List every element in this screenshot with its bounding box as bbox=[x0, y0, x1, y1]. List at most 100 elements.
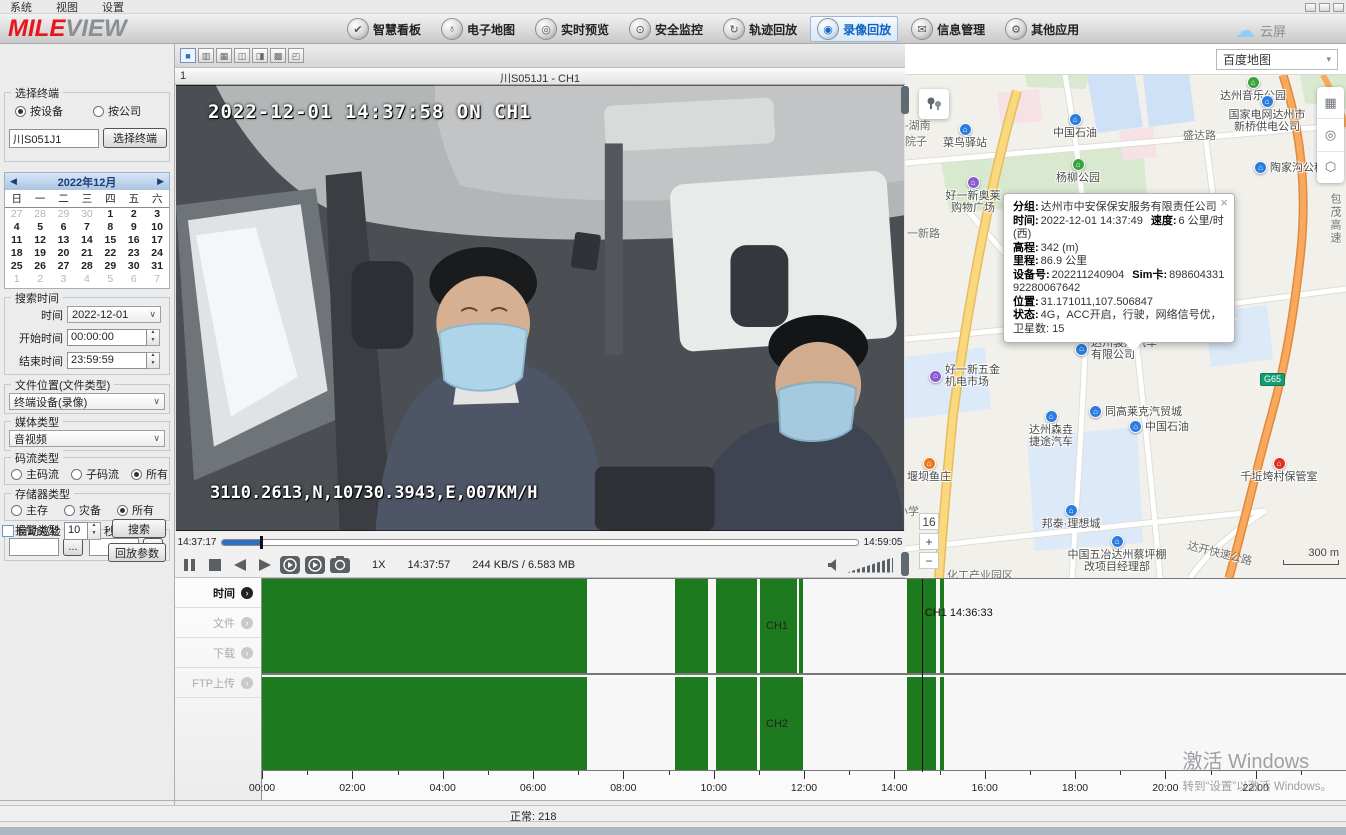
calendar-title[interactable]: 2022年12月 bbox=[17, 174, 157, 190]
storage-type-radio-1[interactable]: 灾备 bbox=[64, 502, 101, 518]
panorama-icon[interactable]: ◎ bbox=[1317, 119, 1344, 151]
seek-thumb[interactable] bbox=[260, 536, 263, 549]
nav-item-4[interactable]: ↻轨迹回放 bbox=[716, 16, 804, 42]
timeline-tab-2[interactable]: 下载› bbox=[175, 638, 261, 668]
start-time-spinner[interactable]: ▲▼ bbox=[147, 329, 160, 346]
nav-item-6[interactable]: ✉信息管理 bbox=[904, 16, 992, 42]
calendar-day[interactable]: 4 bbox=[75, 273, 98, 286]
nav-item-1[interactable]: ♁电子地图 bbox=[434, 16, 522, 42]
calendar-day[interactable]: 7 bbox=[145, 273, 168, 286]
menu-item-2[interactable]: 设置 bbox=[102, 0, 124, 14]
map-poi[interactable]: ⌂好一新五金 机电市场 bbox=[929, 364, 1000, 388]
panel-collapse-handle-top[interactable] bbox=[901, 86, 909, 114]
calendar-day[interactable]: 29 bbox=[99, 260, 122, 273]
timeline-tab-1[interactable]: 文件› bbox=[175, 608, 261, 638]
channel-row-ch1[interactable]: CH1 bbox=[262, 579, 1346, 675]
marker-tool-button[interactable] bbox=[919, 89, 949, 119]
end-time-spinner[interactable]: ▲▼ bbox=[147, 352, 160, 369]
patrol-interval-input[interactable]: 10 bbox=[64, 522, 88, 540]
layout-1-button[interactable]: ■ bbox=[180, 48, 196, 63]
menu-item-1[interactable]: 视图 bbox=[56, 0, 78, 14]
slow-play-button[interactable] bbox=[280, 556, 300, 574]
calendar-day[interactable]: 2 bbox=[122, 208, 145, 221]
storage-type-radio-0[interactable]: 主存 bbox=[11, 502, 48, 518]
calendar-day[interactable]: 20 bbox=[52, 247, 75, 260]
calendar-day[interactable]: 17 bbox=[145, 234, 168, 247]
calendar-day[interactable]: 16 bbox=[122, 234, 145, 247]
map-provider-select[interactable]: 百度地图▾ bbox=[1216, 49, 1338, 70]
recording-segment[interactable] bbox=[940, 677, 944, 770]
menu-item-0[interactable]: 系统 bbox=[10, 0, 32, 14]
calendar-day[interactable]: 9 bbox=[122, 221, 145, 234]
calendar-prev-icon[interactable]: ◀ bbox=[10, 176, 17, 187]
calendar-day[interactable]: 22 bbox=[99, 247, 122, 260]
calendar-day[interactable]: 19 bbox=[28, 247, 51, 260]
calendar-day[interactable]: 24 bbox=[145, 247, 168, 260]
calendar-day[interactable]: 26 bbox=[28, 260, 51, 273]
calendar-day[interactable]: 15 bbox=[99, 234, 122, 247]
playhead-line[interactable] bbox=[922, 579, 923, 772]
recording-segment[interactable] bbox=[940, 579, 944, 673]
calendar-day[interactable]: 28 bbox=[75, 260, 98, 273]
map-poi[interactable]: ⌂中国五冶达州蔡坪棚 改项目经理部 bbox=[1057, 535, 1177, 573]
calendar-day[interactable]: 10 bbox=[145, 221, 168, 234]
map-3d-icon[interactable]: ⬡ bbox=[1317, 152, 1344, 183]
recording-segment[interactable] bbox=[799, 579, 802, 673]
volume-control[interactable] bbox=[827, 558, 893, 573]
seek-track[interactable] bbox=[221, 539, 859, 546]
snapshot-button[interactable] bbox=[330, 556, 350, 574]
file-location-select[interactable]: 终端设备(录像)∨ bbox=[9, 393, 165, 410]
stream-type-radio-2[interactable]: 所有 bbox=[131, 466, 168, 482]
layout-6-button[interactable]: ◫ bbox=[234, 48, 250, 63]
step-back-button[interactable] bbox=[230, 556, 250, 574]
recording-segment[interactable] bbox=[262, 677, 587, 770]
nav-item-0[interactable]: ✔智慧看板 bbox=[340, 16, 428, 42]
layout-4-button[interactable]: ▦ bbox=[216, 48, 232, 63]
volume-bars[interactable] bbox=[847, 558, 893, 573]
select-terminal-button[interactable]: 选择终端 bbox=[103, 128, 167, 148]
pause-button[interactable] bbox=[180, 556, 200, 574]
recording-segment[interactable] bbox=[716, 677, 757, 770]
search-button[interactable]: 搜索 bbox=[112, 519, 166, 538]
media-type-select[interactable]: 音视频∨ bbox=[9, 430, 165, 447]
map-poi[interactable]: ⌂堰坝鱼庄 bbox=[905, 457, 989, 483]
timeline-tab-0[interactable]: 时间› bbox=[175, 578, 261, 608]
recording-segment[interactable] bbox=[675, 579, 708, 673]
stream-type-radio-0[interactable]: 主码流 bbox=[11, 466, 59, 482]
recording-segment[interactable] bbox=[716, 579, 757, 673]
roadnet-icon[interactable]: ▦ bbox=[1317, 87, 1344, 119]
nav-item-3[interactable]: ⊙安全监控 bbox=[622, 16, 710, 42]
calendar-day[interactable]: 2 bbox=[28, 273, 51, 286]
calendar-day[interactable]: 29 bbox=[52, 208, 75, 221]
calendar-day[interactable]: 12 bbox=[28, 234, 51, 247]
calendar-day[interactable]: 31 bbox=[145, 260, 168, 273]
alarm-type-input-1[interactable] bbox=[9, 538, 59, 556]
calendar-day[interactable]: 5 bbox=[28, 221, 51, 234]
start-time-input[interactable]: 00:00:00 bbox=[67, 329, 147, 346]
nav-item-5[interactable]: ◉录像回放 bbox=[810, 16, 898, 42]
calendar-day[interactable]: 27 bbox=[52, 260, 75, 273]
calendar-day[interactable]: 1 bbox=[99, 208, 122, 221]
panel-collapse-handle-bottom[interactable] bbox=[901, 552, 909, 576]
stop-button[interactable] bbox=[205, 556, 225, 574]
calendar-day[interactable]: 18 bbox=[5, 247, 28, 260]
recording-segment[interactable] bbox=[262, 579, 587, 673]
device-input[interactable]: 川S051J1 bbox=[9, 129, 99, 148]
end-time-input[interactable]: 23:59:59 bbox=[67, 352, 147, 369]
calendar-day[interactable]: 27 bbox=[5, 208, 28, 221]
calendar-day[interactable]: 6 bbox=[122, 273, 145, 286]
play-button[interactable] bbox=[255, 556, 275, 574]
map-canvas[interactable]: ⌂达州音乐公园⌂国家电网达州市 新桥供电公司⌂菜鸟驿站⌂中国石油⌂陶家沟公租房⌂… bbox=[905, 75, 1346, 578]
recording-segment[interactable] bbox=[675, 677, 708, 770]
calendar-day[interactable]: 23 bbox=[122, 247, 145, 260]
calendar-day[interactable]: 11 bbox=[5, 234, 28, 247]
timeline-tab-3[interactable]: FTP上传› bbox=[175, 668, 261, 698]
calendar-next-icon[interactable]: ▶ bbox=[157, 176, 164, 187]
nav-item-2[interactable]: ◎实时预览 bbox=[528, 16, 616, 42]
alarm-browse-button-1[interactable]: ... bbox=[63, 538, 83, 556]
calendar-day[interactable]: 21 bbox=[75, 247, 98, 260]
fast-play-button[interactable] bbox=[305, 556, 325, 574]
calendar-day[interactable]: 30 bbox=[122, 260, 145, 273]
layout-2-button[interactable]: ▥ bbox=[198, 48, 214, 63]
calendar-day[interactable]: 8 bbox=[99, 221, 122, 234]
